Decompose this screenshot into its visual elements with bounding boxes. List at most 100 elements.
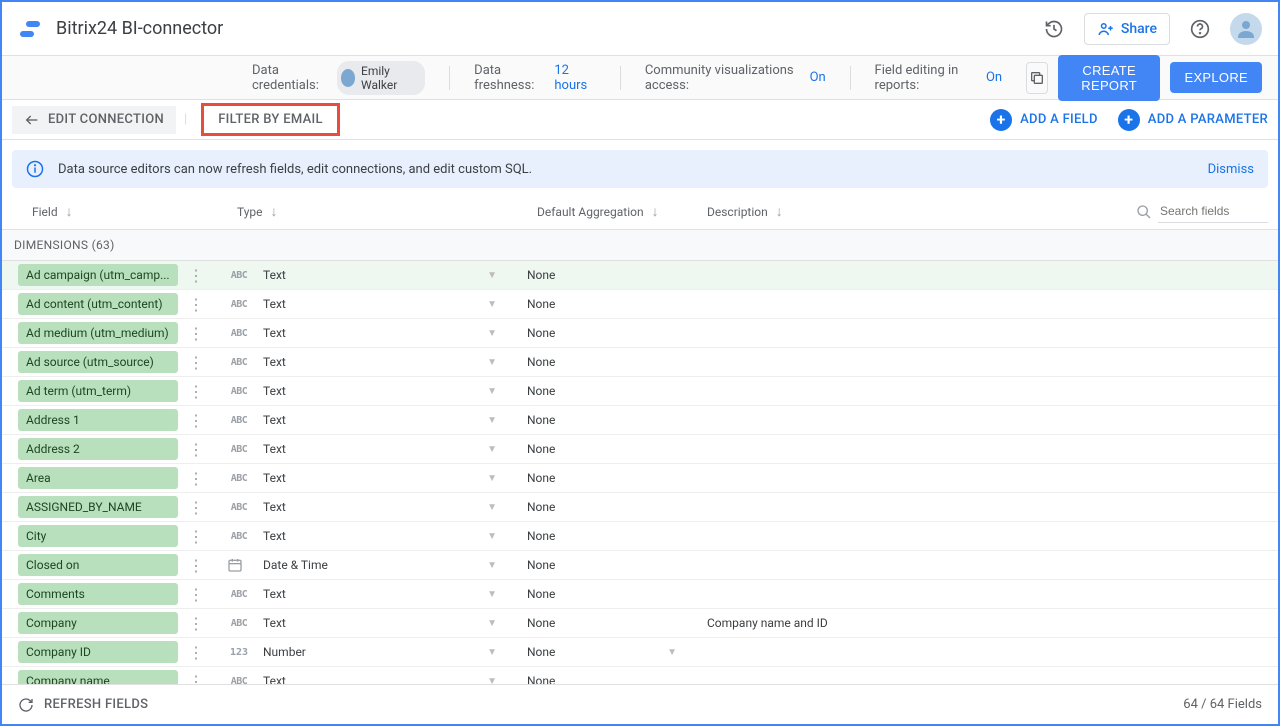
- kebab-icon[interactable]: ⋮: [188, 527, 202, 546]
- chevron-down-icon[interactable]: ▼: [487, 502, 497, 513]
- table-row[interactable]: Ad term (utm_term)⋮ABCText▼None: [2, 377, 1278, 406]
- add-parameter-button[interactable]: + ADD A PARAMETER: [1118, 109, 1268, 131]
- app-logo-icon: [18, 17, 42, 41]
- table-row[interactable]: Comments⋮ABCText▼None: [2, 580, 1278, 609]
- kebab-icon[interactable]: ⋮: [188, 382, 202, 401]
- create-report-button[interactable]: CREATE REPORT: [1058, 55, 1161, 101]
- chevron-down-icon[interactable]: ▼: [667, 647, 677, 658]
- type-label: Text: [263, 616, 286, 630]
- field-editing[interactable]: Field editing in reports: On: [875, 63, 1003, 93]
- user-avatar[interactable]: [1230, 13, 1262, 45]
- field-chip[interactable]: Company: [18, 612, 178, 634]
- table-row[interactable]: Address 1⋮ABCText▼None: [2, 406, 1278, 435]
- aggregation-label: None: [527, 587, 555, 601]
- table-row[interactable]: Area⋮ABCText▼None: [2, 464, 1278, 493]
- field-chip[interactable]: Company name: [18, 670, 178, 684]
- table-row[interactable]: Ad source (utm_source)⋮ABCText▼None: [2, 348, 1278, 377]
- field-chip[interactable]: Area: [18, 467, 178, 489]
- share-button[interactable]: Share: [1084, 13, 1170, 45]
- kebab-icon[interactable]: ⋮: [188, 295, 202, 314]
- kebab-icon[interactable]: ⋮: [188, 411, 202, 430]
- type-label: Text: [263, 355, 286, 369]
- type-label: Text: [263, 326, 286, 340]
- kebab-icon[interactable]: ⋮: [188, 469, 202, 488]
- table-row[interactable]: City⋮ABCText▼None: [2, 522, 1278, 551]
- chevron-down-icon[interactable]: ▼: [487, 618, 497, 629]
- divider: [449, 66, 450, 90]
- kebab-icon[interactable]: ⋮: [188, 440, 202, 459]
- chevron-down-icon[interactable]: ▼: [487, 589, 497, 600]
- field-chip[interactable]: Ad term (utm_term): [18, 380, 178, 402]
- filter-by-email-button[interactable]: FILTER BY EMAIL: [201, 103, 340, 136]
- kebab-icon[interactable]: ⋮: [188, 324, 202, 343]
- search-input[interactable]: [1158, 200, 1268, 223]
- kebab-icon[interactable]: ⋮: [188, 672, 202, 685]
- field-chip[interactable]: ASSIGNED_BY_NAME: [18, 496, 178, 518]
- copy-icon[interactable]: [1026, 62, 1048, 94]
- kebab-icon[interactable]: ⋮: [188, 353, 202, 372]
- edit-connection-label: EDIT CONNECTION: [48, 112, 164, 127]
- table-row[interactable]: Company name⋮ABCText▼None: [2, 667, 1278, 684]
- dismiss-button[interactable]: Dismiss: [1208, 162, 1254, 177]
- aggregation-label: None: [527, 326, 555, 340]
- field-chip[interactable]: Ad content (utm_content): [18, 293, 178, 315]
- table-row[interactable]: Ad campaign (utm_camp...⋮ABCText▼None: [2, 261, 1278, 290]
- explore-button[interactable]: EXPLORE: [1170, 62, 1262, 93]
- field-chip[interactable]: Company ID: [18, 641, 178, 663]
- col-header-field[interactable]: Field↓: [12, 203, 237, 220]
- text-type-icon: ABC: [227, 328, 251, 339]
- col-header-aggregation[interactable]: Default Aggregation↓: [537, 203, 707, 220]
- refresh-fields-button[interactable]: REFRESH FIELDS: [18, 697, 148, 713]
- field-chip[interactable]: Ad medium (utm_medium): [18, 322, 178, 344]
- field-chip[interactable]: Address 2: [18, 438, 178, 460]
- kebab-icon[interactable]: ⋮: [188, 585, 202, 604]
- sort-arrow-icon: ↓: [776, 203, 783, 220]
- history-icon[interactable]: [1036, 11, 1072, 47]
- kebab-icon[interactable]: ⋮: [188, 498, 202, 517]
- aggregation-label: None: [527, 529, 555, 543]
- field-chip[interactable]: Address 1: [18, 409, 178, 431]
- data-freshness[interactable]: Data freshness: 12 hours: [474, 63, 596, 93]
- edit-connection-button[interactable]: EDIT CONNECTION: [12, 106, 176, 134]
- chevron-down-icon[interactable]: ▼: [487, 473, 497, 484]
- table-row[interactable]: Address 2⋮ABCText▼None: [2, 435, 1278, 464]
- field-chip[interactable]: Comments: [18, 583, 178, 605]
- page-title: Bitrix24 BI-connector: [56, 18, 1036, 39]
- text-type-icon: ABC: [227, 473, 251, 484]
- aggregation-label: None: [527, 674, 555, 684]
- toolbar: EDIT CONNECTION | FILTER BY EMAIL + ADD …: [2, 100, 1278, 140]
- chevron-down-icon[interactable]: ▼: [487, 357, 497, 368]
- kebab-icon[interactable]: ⋮: [188, 614, 202, 633]
- field-chip[interactable]: Ad source (utm_source): [18, 351, 178, 373]
- chevron-down-icon[interactable]: ▼: [487, 299, 497, 310]
- chevron-down-icon[interactable]: ▼: [487, 444, 497, 455]
- chevron-down-icon[interactable]: ▼: [487, 328, 497, 339]
- kebab-icon[interactable]: ⋮: [188, 266, 202, 285]
- field-chip[interactable]: Closed on: [18, 554, 178, 576]
- field-chip[interactable]: Ad campaign (utm_camp...: [18, 264, 178, 286]
- data-credentials[interactable]: Data credentials: Emily Walker: [252, 61, 425, 95]
- help-icon[interactable]: [1182, 11, 1218, 47]
- add-field-button[interactable]: + ADD A FIELD: [990, 109, 1098, 131]
- chevron-down-icon[interactable]: ▼: [487, 647, 497, 658]
- kebab-icon[interactable]: ⋮: [188, 556, 202, 575]
- table-row[interactable]: Ad content (utm_content)⋮ABCText▼None: [2, 290, 1278, 319]
- type-label: Text: [263, 297, 286, 311]
- col-header-description[interactable]: Description↓: [707, 203, 967, 220]
- table-row[interactable]: Ad medium (utm_medium) ⋮ ABC Text ▼ None: [2, 319, 1278, 348]
- table-row[interactable]: Company⋮ABCText▼NoneCompany name and ID: [2, 609, 1278, 638]
- table-row[interactable]: Company ID⋮123Number▼None▼: [2, 638, 1278, 667]
- chevron-down-icon[interactable]: ▼: [487, 386, 497, 397]
- field-chip[interactable]: City: [18, 525, 178, 547]
- chevron-down-icon[interactable]: ▼: [487, 415, 497, 426]
- chevron-down-icon[interactable]: ▼: [487, 560, 497, 571]
- chevron-down-icon[interactable]: ▼: [487, 676, 497, 685]
- chevron-down-icon[interactable]: ▼: [487, 531, 497, 542]
- table-row[interactable]: ASSIGNED_BY_NAME⋮ABCText▼None: [2, 493, 1278, 522]
- chevron-down-icon[interactable]: ▼: [487, 270, 497, 281]
- table-row[interactable]: Closed on⋮Date & Time▼None: [2, 551, 1278, 580]
- fields-list: Ad campaign (utm_camp...⋮ABCText▼NoneAd …: [2, 261, 1278, 684]
- community-viz-access[interactable]: Community visualizations access: On: [645, 63, 826, 93]
- kebab-icon[interactable]: ⋮: [188, 643, 202, 662]
- col-header-type[interactable]: Type↓: [237, 203, 537, 220]
